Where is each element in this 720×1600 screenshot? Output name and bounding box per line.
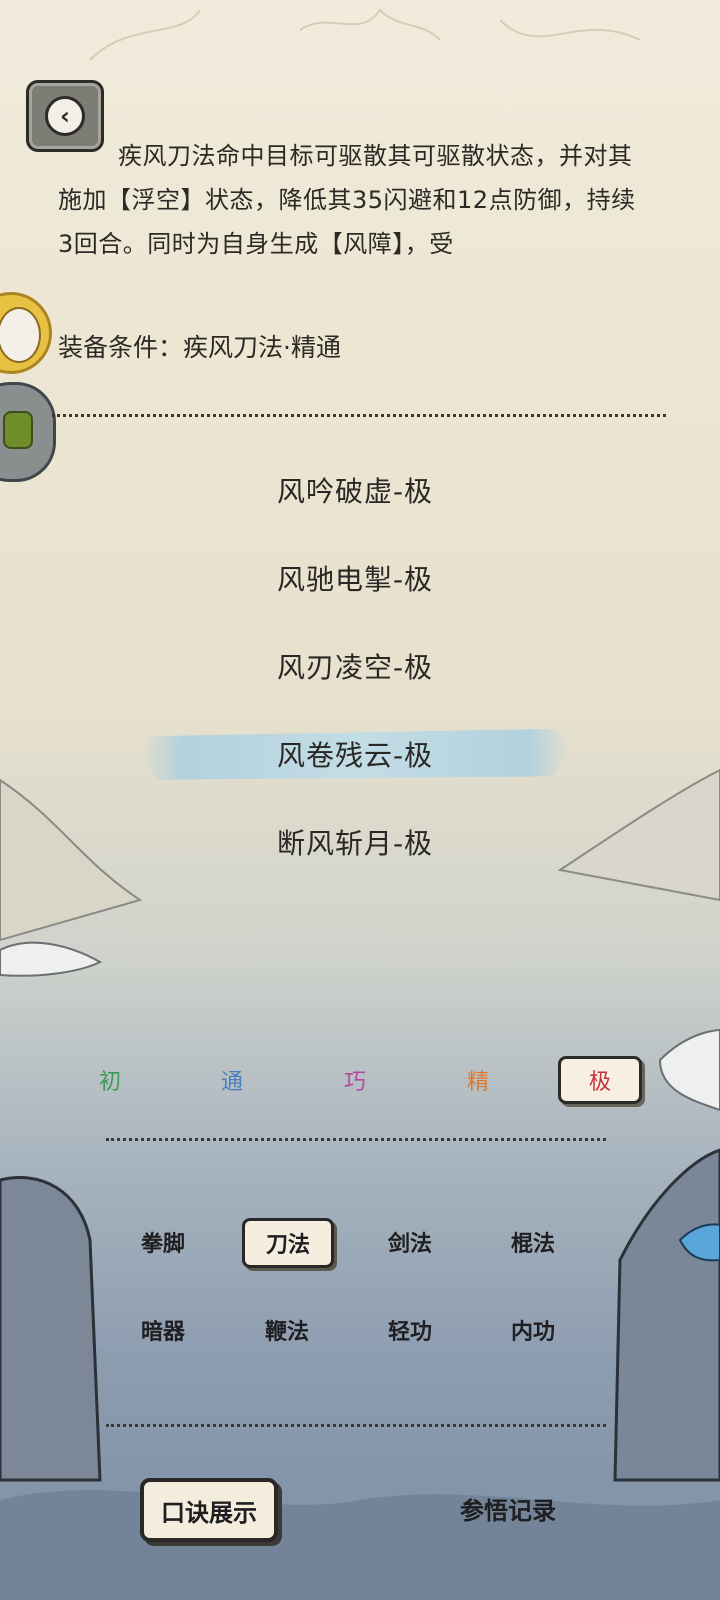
category-label: 轻功 [387, 1320, 432, 1345]
divider [106, 1424, 606, 1427]
skill-description: 疾风刀法命中目标可驱散其可驱散状态，并对其施加【浮空】状态，降低其35闪避和12… [58, 142, 636, 258]
comprehension-record-label: 参悟记录 [460, 1496, 556, 1525]
character-avatar-icon [3, 411, 33, 449]
divider [52, 414, 666, 417]
category-label: 棍法 [510, 1232, 555, 1257]
grade-tab-chu[interactable]: 初 [80, 1058, 140, 1102]
category-tab-gunfa[interactable]: 棍法 [490, 1220, 576, 1264]
category-tab-anqi[interactable]: 暗器 [120, 1308, 206, 1352]
category-label: 内功 [510, 1320, 555, 1345]
move-item[interactable]: 风驰电掣-极 [140, 550, 570, 606]
move-item[interactable]: 断风斩月-极 [140, 814, 570, 870]
category-tab-quanjiao[interactable]: 拳脚 [120, 1220, 206, 1264]
chevron-left-icon: ‹ [45, 96, 85, 136]
grade-tab-jing[interactable]: 精 [448, 1058, 508, 1102]
category-label: 剑法 [387, 1232, 432, 1257]
category-tab-bianfa[interactable]: 鞭法 [244, 1308, 330, 1352]
move-label: 风驰电掣-极 [276, 563, 434, 596]
comprehension-record-button[interactable]: 参悟记录 [438, 1482, 578, 1534]
grade-label: 通 [220, 1070, 243, 1095]
move-label: 风卷残云-极 [276, 739, 434, 772]
grade-tab-ji[interactable]: 极 [558, 1056, 642, 1104]
category-tab-qinggong[interactable]: 轻功 [367, 1308, 453, 1352]
move-item[interactable]: 风刃凌空-极 [140, 638, 570, 694]
category-tab-jianfa[interactable]: 剑法 [367, 1220, 453, 1264]
category-label: 鞭法 [264, 1320, 309, 1345]
grade-label: 巧 [343, 1070, 366, 1095]
side-avatar-character[interactable] [0, 382, 56, 482]
divider [106, 1138, 606, 1141]
move-label: 断风斩月-极 [276, 827, 434, 860]
grade-label: 初 [98, 1070, 121, 1095]
category-tab-neigong[interactable]: 内功 [490, 1308, 576, 1352]
move-label: 风吟破虚-极 [276, 475, 434, 508]
grade-tabs: 初 通 巧 精 极 [0, 1056, 720, 1104]
move-label: 风刃凌空-极 [276, 651, 434, 684]
character-avatar-icon [0, 307, 41, 363]
move-item-selected[interactable]: 风卷残云-极 [140, 728, 570, 780]
move-item[interactable]: 风吟破虚-极 [140, 462, 570, 518]
category-label: 暗器 [140, 1320, 185, 1345]
category-tab-daofa[interactable]: 刀法 [242, 1218, 334, 1268]
equip-condition: 装备条件：疾风刀法·精通 [58, 333, 341, 362]
show-formula-label: 口诀展示 [161, 1498, 257, 1527]
grade-tab-qiao[interactable]: 巧 [325, 1058, 385, 1102]
category-label: 刀法 [265, 1233, 310, 1258]
side-avatar-character[interactable] [0, 292, 52, 374]
grade-tab-tong[interactable]: 通 [202, 1058, 262, 1102]
category-label: 拳脚 [140, 1232, 185, 1257]
grade-label: 极 [588, 1070, 611, 1095]
show-formula-button[interactable]: 口诀展示 [140, 1478, 278, 1542]
grade-label: 精 [466, 1070, 489, 1095]
